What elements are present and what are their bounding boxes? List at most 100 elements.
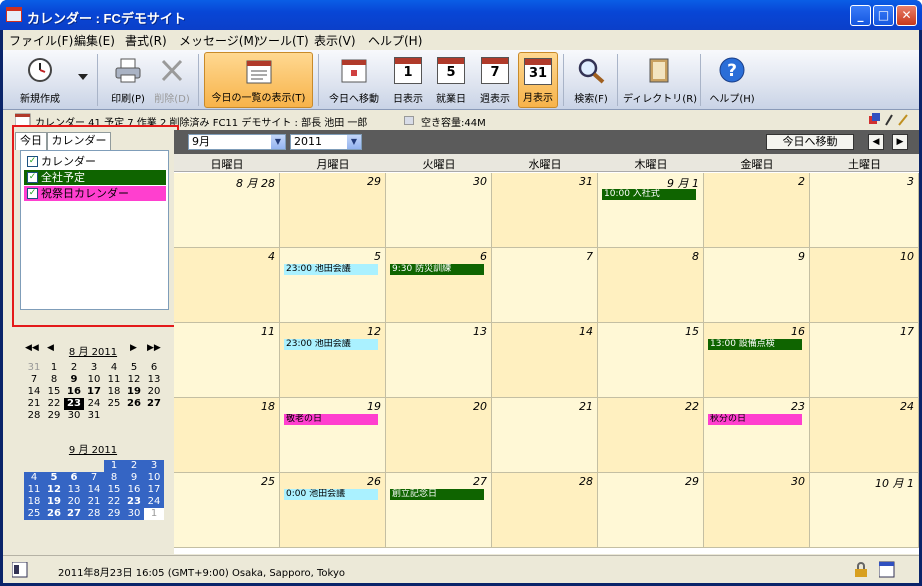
mini-day[interactable]: 22: [104, 496, 124, 508]
mini-day[interactable]: 13: [144, 374, 164, 386]
day-cell[interactable]: 18: [174, 398, 280, 473]
mini-day[interactable]: 1: [104, 460, 124, 472]
day-cell[interactable]: 21: [492, 398, 598, 473]
mini-day[interactable]: 30: [64, 410, 84, 422]
mini-day[interactable]: 29: [104, 508, 124, 520]
mini-day[interactable]: 16: [124, 484, 144, 496]
day-cell[interactable]: 2: [704, 173, 810, 248]
day-cell[interactable]: 30: [386, 173, 492, 248]
new-dropdown-button[interactable]: [75, 52, 91, 108]
mini-day[interactable]: 16: [64, 386, 84, 398]
day-cell[interactable]: 26 0:00 池田会議: [280, 473, 386, 548]
today-list-button[interactable]: 今日の一覧の表示(T): [204, 52, 313, 108]
day-cell[interactable]: 25: [174, 473, 280, 548]
day-cell[interactable]: 9: [704, 248, 810, 323]
calendar-event[interactable]: 10:00 入社式: [602, 189, 696, 200]
mini-day[interactable]: 18: [104, 386, 124, 398]
day-cell[interactable]: 3: [810, 173, 919, 248]
day-cell[interactable]: 17: [810, 323, 919, 398]
mini-day[interactable]: 14: [24, 386, 44, 398]
prev-year-button[interactable]: ◀◀: [25, 343, 39, 357]
menu-tools[interactable]: ツール(T): [256, 32, 309, 49]
day-cell[interactable]: 8: [598, 248, 704, 323]
day-cell[interactable]: 22: [598, 398, 704, 473]
mini-day[interactable]: 11: [24, 484, 44, 496]
mini-day[interactable]: 28: [24, 410, 44, 422]
day-cell[interactable]: 4: [174, 248, 280, 323]
calendar-event[interactable]: 23:00 池田会議: [284, 339, 378, 350]
panel-toggle-icon[interactable]: [12, 562, 28, 578]
mini-day[interactable]: 26: [44, 508, 64, 520]
mini-day[interactable]: 4: [104, 362, 124, 374]
calendar-item-company[interactable]: ✓ 全社予定: [24, 170, 166, 185]
checkbox[interactable]: ✓: [27, 188, 38, 199]
next-month-arrow[interactable]: ▶: [892, 134, 908, 150]
title-bar[interactable]: カレンダー : FCデモサイト _ □ ✕: [0, 0, 922, 30]
mini-day[interactable]: 9: [64, 374, 84, 386]
day-cell[interactable]: 30: [704, 473, 810, 548]
day-cell[interactable]: 24: [810, 398, 919, 473]
mini-day[interactable]: 28: [84, 508, 104, 520]
help-button[interactable]: ? ヘルプ(H): [706, 52, 758, 108]
mini-day[interactable]: 4: [24, 472, 44, 484]
calendar-event[interactable]: 23:00 池田会議: [284, 264, 378, 275]
calendar-event[interactable]: 9:30 防災訓練: [390, 264, 484, 275]
calendar-status-icon[interactable]: [879, 561, 895, 578]
mini-day[interactable]: 26: [124, 398, 144, 410]
prev-month-button[interactable]: ◀: [47, 343, 54, 357]
day-cell[interactable]: 8 月 28: [174, 173, 280, 248]
day-cell[interactable]: 23 秋分の日: [704, 398, 810, 473]
mini-day[interactable]: 20: [64, 496, 84, 508]
tab-today[interactable]: 今日: [15, 132, 47, 150]
mini-day[interactable]: 2: [64, 362, 84, 374]
day-cell[interactable]: 14: [492, 323, 598, 398]
mini-day[interactable]: 12: [124, 374, 144, 386]
mini-day[interactable]: 8: [104, 472, 124, 484]
goto-today-header-button[interactable]: 今日へ移動: [766, 134, 854, 150]
day-cell[interactable]: 15: [598, 323, 704, 398]
mini-month-title[interactable]: 8 月 2011: [68, 343, 118, 358]
new-button[interactable]: 新規作成: [7, 52, 73, 108]
mini-day[interactable]: 15: [44, 386, 64, 398]
mini-day[interactable]: 17: [84, 386, 104, 398]
calendar-event[interactable]: 創立記念日: [390, 489, 484, 500]
day-cell[interactable]: 31: [492, 173, 598, 248]
day-cell[interactable]: 20: [386, 398, 492, 473]
mini-day[interactable]: 27: [64, 508, 84, 520]
menu-format[interactable]: 書式(R): [125, 32, 167, 49]
mini-day[interactable]: 3: [144, 460, 164, 472]
mini-day[interactable]: 19: [124, 386, 144, 398]
menu-file[interactable]: ファイル(F): [9, 32, 73, 49]
day-cell[interactable]: 11: [174, 323, 280, 398]
mini-day[interactable]: 19: [44, 496, 64, 508]
next-year-button[interactable]: ▶▶: [147, 343, 161, 357]
mini-day[interactable]: 30: [124, 508, 144, 520]
mini-day[interactable]: 7: [24, 374, 44, 386]
mini-month-title[interactable]: 9 月 2011: [68, 441, 118, 456]
mini-day[interactable]: 9: [124, 472, 144, 484]
mini-day[interactable]: 23: [64, 398, 84, 410]
day-cell[interactable]: 19 敬老の日: [280, 398, 386, 473]
mini-day[interactable]: 24: [84, 398, 104, 410]
mini-day[interactable]: 27: [144, 398, 164, 410]
mini-day[interactable]: 7: [84, 472, 104, 484]
menu-message[interactable]: メッセージ(M): [179, 32, 258, 49]
day-cell[interactable]: 9 月 1 10:00 入社式: [598, 173, 704, 248]
mini-day[interactable]: 18: [24, 496, 44, 508]
mini-day[interactable]: 1: [44, 362, 64, 374]
calendar-event[interactable]: 0:00 池田会議: [284, 489, 378, 500]
mini-day[interactable]: 11: [104, 374, 124, 386]
day-cell[interactable]: 27 創立記念日: [386, 473, 492, 548]
workday-view-button[interactable]: 5 就業日: [431, 52, 471, 108]
mini-day[interactable]: 22: [44, 398, 64, 410]
day-cell[interactable]: 12 23:00 池田会議: [280, 323, 386, 398]
mini-day[interactable]: 2: [124, 460, 144, 472]
mini-day[interactable]: 6: [144, 362, 164, 374]
mini-day[interactable]: 13: [64, 484, 84, 496]
directory-button[interactable]: ディレクトリ(R): [623, 52, 697, 108]
next-month-button[interactable]: ▶: [130, 343, 137, 357]
mini-day[interactable]: 5: [44, 472, 64, 484]
menu-help[interactable]: ヘルプ(H): [368, 32, 422, 49]
checkbox[interactable]: ✓: [27, 156, 38, 167]
mini-day[interactable]: 31: [84, 410, 104, 422]
